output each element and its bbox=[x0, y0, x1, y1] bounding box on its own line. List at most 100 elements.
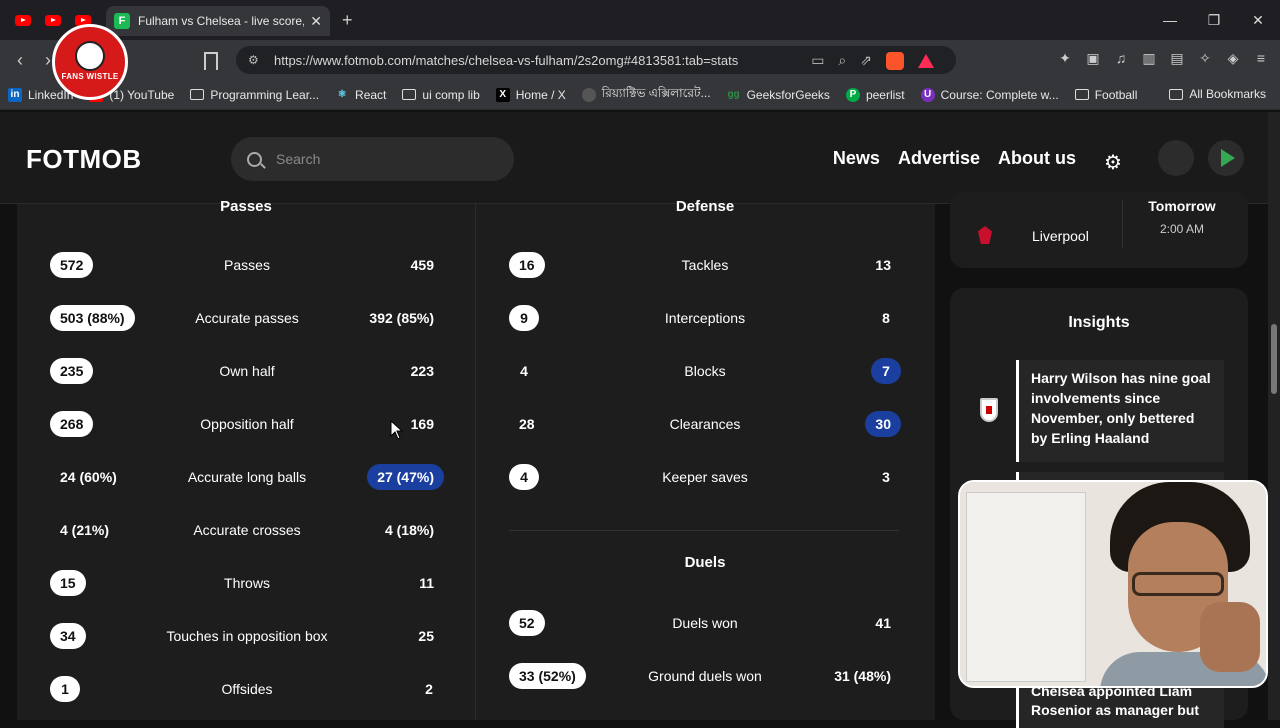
course-icon: U bbox=[920, 87, 935, 102]
minimize-button[interactable]: — bbox=[1148, 0, 1192, 40]
url-text: https://www.fotmob.com/matches/chelsea-v… bbox=[274, 52, 739, 68]
sidebar-icon[interactable]: ▥ bbox=[1140, 50, 1158, 67]
google-play-button[interactable] bbox=[1208, 140, 1244, 176]
home-value: 4 (21%) bbox=[60, 522, 110, 538]
bookmark-gfg[interactable]: gg GeeksforGeeks bbox=[727, 88, 829, 102]
extensions-icon[interactable]: ✦ bbox=[1056, 50, 1074, 67]
football-icon bbox=[75, 41, 105, 71]
away-value: 223 bbox=[410, 363, 434, 379]
insight-item: Harry Wilson has nine goal involvements … bbox=[1016, 360, 1224, 462]
away-value: 4 (18%) bbox=[384, 522, 434, 538]
next-match-card[interactable]: Liverpool Tomorrow 2:00 AM bbox=[950, 192, 1248, 268]
peerlist-icon: P bbox=[845, 87, 860, 102]
stat-row: 9 Interceptions 8 bbox=[509, 303, 901, 333]
site-settings-icon[interactable]: ⚙ bbox=[248, 53, 262, 67]
section-title-duels: Duels bbox=[684, 554, 726, 571]
menu-icon[interactable]: ≡ bbox=[1252, 50, 1270, 67]
settings-gear-icon[interactable]: ⚙ bbox=[1104, 150, 1122, 175]
leo-ai-icon[interactable]: ✧ bbox=[1196, 50, 1214, 67]
section-title-defense: Defense bbox=[675, 198, 735, 215]
linkedin-icon: in bbox=[8, 87, 22, 102]
share-icon[interactable]: ⇗ bbox=[860, 52, 872, 70]
bookmark-page-icon[interactable] bbox=[204, 52, 218, 70]
extension-toolbar: ✦ ▣ ♫ ▥ ▤ ✧ ◈ ≡ bbox=[1056, 50, 1270, 67]
search-input[interactable] bbox=[276, 151, 476, 167]
stat-row: 15 Throws 11 bbox=[50, 568, 444, 598]
nav-news[interactable]: News bbox=[833, 148, 880, 169]
bookmark-x[interactable]: X Home / X bbox=[495, 87, 566, 102]
bookmark-course[interactable]: U Course: Complete w... bbox=[920, 87, 1059, 102]
stat-label: Interceptions bbox=[664, 310, 746, 326]
vpn-icon[interactable]: ◈ bbox=[1224, 50, 1242, 67]
pinned-tab-youtube[interactable] bbox=[13, 10, 33, 30]
all-bookmarks[interactable]: All Bookmarks bbox=[1169, 87, 1266, 101]
new-tab-button[interactable]: + bbox=[342, 10, 353, 31]
away-value: 8 bbox=[882, 310, 890, 326]
channel-logo-text: FANS WISTLE bbox=[61, 72, 119, 81]
bookmark-bangla[interactable]: রিয়্যাক্টিভ এক্সিলারেট... bbox=[581, 85, 711, 105]
channel-logo: FANS WISTLE bbox=[52, 24, 128, 100]
home-value: 268 bbox=[50, 411, 94, 437]
site-header: FOTMOB News Advertise About us ⚙ bbox=[0, 112, 1268, 204]
stat-label: Accurate crosses bbox=[193, 522, 301, 538]
stat-label: Duels won bbox=[672, 615, 738, 631]
stat-label: Touches in opposition box bbox=[166, 628, 328, 644]
scrollbar-thumb[interactable] bbox=[1271, 324, 1277, 394]
stat-label: Keeper saves bbox=[662, 469, 748, 485]
stat-row: 24 (60%) Accurate long balls 27 (47%) bbox=[50, 462, 444, 492]
tab-fotmob[interactable]: F Fulham vs Chelsea - live score, p ✕ bbox=[106, 6, 330, 36]
pinned-tab-youtube[interactable] bbox=[43, 10, 63, 30]
folder-icon bbox=[402, 89, 417, 100]
bookmark-programming[interactable]: Programming Lear... bbox=[190, 88, 319, 102]
folder-icon bbox=[190, 89, 205, 100]
brave-shields-icon[interactable] bbox=[886, 52, 904, 70]
match-time: Tomorrow 2:00 AM bbox=[1122, 198, 1242, 236]
wallet-icon[interactable]: ▤ bbox=[1168, 50, 1186, 67]
home-value: 1 bbox=[50, 676, 80, 702]
screenshot-icon[interactable]: ▣ bbox=[1084, 50, 1102, 67]
column-divider bbox=[475, 204, 476, 720]
browser-tab-bar: F Fulham vs Chelsea - live score, p ✕ + … bbox=[0, 0, 1280, 40]
nav-advertise[interactable]: Advertise bbox=[898, 148, 980, 169]
bookmark-ui-comp-lib[interactable]: ui comp lib bbox=[402, 88, 480, 102]
gfg-icon: gg bbox=[727, 89, 740, 100]
react-icon: ⚛ bbox=[337, 89, 347, 100]
tab-title: Fulham vs Chelsea - live score, p bbox=[138, 14, 305, 28]
search-box[interactable] bbox=[231, 137, 514, 181]
stat-label: Throws bbox=[224, 575, 270, 591]
folder-icon bbox=[1169, 88, 1184, 100]
bookmark-react[interactable]: ⚛ React bbox=[335, 88, 387, 102]
zoom-icon[interactable]: ⌕ bbox=[838, 52, 846, 70]
away-value: 392 (85%) bbox=[369, 310, 434, 326]
stat-label: Clearances bbox=[669, 416, 741, 432]
page-scrollbar[interactable] bbox=[1268, 112, 1280, 720]
media-icon[interactable]: ♫ bbox=[1112, 50, 1130, 67]
stat-label: Accurate passes bbox=[195, 310, 299, 326]
window-controls: — ❐ ✕ bbox=[1148, 0, 1280, 40]
stat-row: 28 Clearances 30 bbox=[509, 409, 901, 439]
url-bar[interactable]: ⚙ https://www.fotmob.com/matches/chelsea… bbox=[236, 46, 956, 74]
stat-row: 268 Opposition half 169 bbox=[50, 409, 444, 439]
home-value: 15 bbox=[50, 570, 86, 596]
back-button[interactable]: ‹ bbox=[6, 50, 34, 71]
webcam-overlay bbox=[958, 480, 1268, 688]
away-value: 30 bbox=[865, 411, 901, 437]
close-tab-icon[interactable]: ✕ bbox=[310, 13, 322, 30]
stat-label: Accurate long balls bbox=[187, 469, 307, 485]
away-value: 11 bbox=[419, 575, 434, 591]
nav-about-us[interactable]: About us bbox=[998, 148, 1076, 169]
stat-row: 16 Tackles 13 bbox=[509, 250, 901, 280]
cast-icon[interactable]: ▭ bbox=[811, 52, 824, 70]
bookmark-peerlist[interactable]: Ppeerlist bbox=[845, 87, 905, 102]
x-icon: X bbox=[495, 87, 510, 102]
home-value: 16 bbox=[509, 252, 545, 278]
bookmark-football[interactable]: Football bbox=[1074, 88, 1137, 102]
brave-rewards-icon[interactable] bbox=[918, 54, 934, 68]
apple-app-store-button[interactable] bbox=[1158, 140, 1194, 176]
fotmob-logo[interactable]: FOTMOB bbox=[26, 144, 142, 175]
stat-row: 34 Touches in opposition box 25 bbox=[50, 621, 444, 651]
bookmark-label: (1) YouTube bbox=[109, 87, 175, 102]
stat-row: 503 (88%) Accurate passes 392 (85%) bbox=[50, 303, 444, 333]
close-window-button[interactable]: ✕ bbox=[1236, 0, 1280, 40]
maximize-button[interactable]: ❐ bbox=[1192, 0, 1236, 40]
